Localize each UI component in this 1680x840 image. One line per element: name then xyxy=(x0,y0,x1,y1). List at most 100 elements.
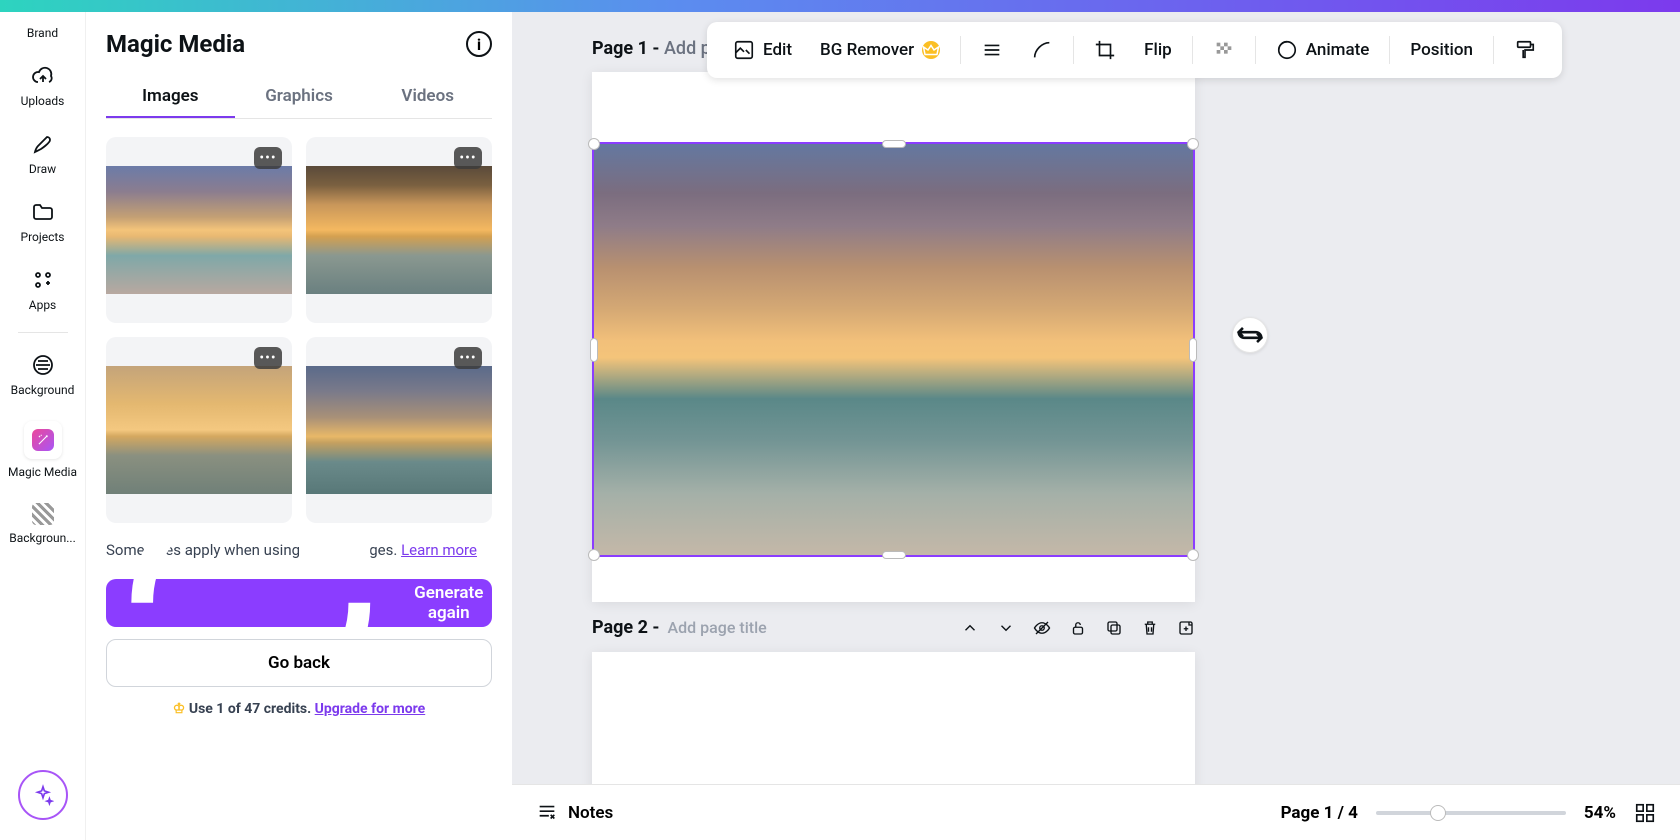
thumb-3-more[interactable]: ••• xyxy=(254,347,282,369)
resize-handle-tr[interactable] xyxy=(1187,138,1199,150)
resize-handle-tl[interactable] xyxy=(588,138,600,150)
notes-button[interactable]: Notes xyxy=(536,802,613,824)
generate-again-button[interactable]: Generate again xyxy=(106,579,492,627)
rail-uploads[interactable]: Uploads xyxy=(0,56,85,116)
transparency-button[interactable] xyxy=(1201,33,1247,67)
flip-button[interactable]: Flip xyxy=(1132,34,1184,66)
resize-handle-b[interactable] xyxy=(882,551,906,559)
sunset-image-4 xyxy=(306,366,492,494)
toolbar-sep5 xyxy=(1389,36,1390,64)
thumbnail-3[interactable]: ••• xyxy=(106,337,292,523)
format-painter-button[interactable] xyxy=(1502,33,1548,67)
upgrade-link[interactable]: Upgrade for more xyxy=(315,701,426,717)
toolbar-sep6 xyxy=(1493,36,1494,64)
move-page-down[interactable] xyxy=(997,619,1015,637)
edit-image-icon xyxy=(733,39,755,61)
sunset-image-3 xyxy=(106,366,292,494)
rail-brand[interactable]: Brand xyxy=(0,18,85,48)
lines-icon xyxy=(981,39,1003,61)
add-page[interactable] xyxy=(1177,619,1195,637)
apps-icon xyxy=(31,268,55,292)
context-toolbar: Edit BG Remover Flip Animate Position xyxy=(707,22,1562,78)
toolbar-sep4 xyxy=(1255,36,1256,64)
corner-button[interactable] xyxy=(1019,33,1065,67)
resize-handle-bl[interactable] xyxy=(588,549,600,561)
edit-button[interactable]: Edit xyxy=(721,33,804,67)
rail-projects[interactable]: Projects xyxy=(0,192,85,252)
magic-media-panel: Magic Media i Images Graphics Videos •••… xyxy=(86,12,512,840)
rail-brand-label: Brand xyxy=(27,26,58,40)
rail-bgremove[interactable]: Backgroun... xyxy=(0,495,85,553)
grid-icon xyxy=(1634,802,1656,824)
rail-magicmedia[interactable]: Magic Media xyxy=(0,413,85,487)
sunset-image-1 xyxy=(106,166,292,294)
tab-videos[interactable]: Videos xyxy=(363,76,492,118)
crown-icon xyxy=(922,41,940,59)
learn-more-link[interactable]: Learn more xyxy=(401,541,477,559)
crop-button[interactable] xyxy=(1082,33,1128,67)
bgremover-button[interactable]: BG Remover xyxy=(808,34,952,66)
tab-graphics[interactable]: Graphics xyxy=(235,76,364,118)
toolbar-sep3 xyxy=(1192,36,1193,64)
page2-title-hint[interactable]: Add page title xyxy=(668,618,767,637)
transparency-icon xyxy=(1213,39,1235,61)
canvas-area[interactable]: Page 1 - Add p Edit BG Remover Flip Anim… xyxy=(512,12,1680,840)
zoom-value[interactable]: 54% xyxy=(1584,803,1616,823)
grid-view-button[interactable] xyxy=(1634,802,1656,824)
rail-background-label: Background xyxy=(11,383,75,397)
page-indicator[interactable]: Page 1 / 4 xyxy=(1281,803,1358,823)
assistant-button[interactable] xyxy=(18,770,68,820)
swap-icon xyxy=(1233,318,1267,352)
lock-page[interactable] xyxy=(1069,619,1087,637)
thumb-4-more[interactable]: ••• xyxy=(454,347,482,369)
rail-apps-label: Apps xyxy=(29,298,57,312)
magic-wand-icon xyxy=(24,421,62,459)
thumb-1-more[interactable]: ••• xyxy=(254,147,282,169)
zoom-slider[interactable] xyxy=(1376,811,1566,815)
rail-draw[interactable]: Draw xyxy=(0,124,85,184)
panel-tabs: Images Graphics Videos xyxy=(106,76,492,119)
sunset-image-2 xyxy=(306,166,492,294)
sparkle-icon xyxy=(32,784,54,806)
top-gradient-bar xyxy=(0,0,1680,12)
thumbnail-1[interactable]: ••• xyxy=(106,137,292,323)
rail-apps[interactable]: Apps xyxy=(0,260,85,320)
resize-handle-r[interactable] xyxy=(1189,338,1197,362)
pencil-icon xyxy=(31,132,55,156)
rail-magicmedia-label: Magic Media xyxy=(8,465,77,479)
page1-label[interactable]: Page 1 - Add p xyxy=(592,38,711,59)
duplicate-page[interactable] xyxy=(1105,619,1123,637)
left-rail: Brand Uploads Draw Projects Apps Backgro… xyxy=(0,12,86,840)
lines-button[interactable] xyxy=(969,33,1015,67)
swap-image-button[interactable] xyxy=(1232,317,1268,353)
thumbnail-2[interactable]: ••• xyxy=(306,137,492,323)
hatch-icon xyxy=(31,353,55,377)
rail-projects-label: Projects xyxy=(21,230,65,244)
tab-images[interactable]: Images xyxy=(106,76,235,118)
credits-text: ♔ Use 1 of 47 credits. Upgrade for more xyxy=(106,701,492,717)
position-button[interactable]: Position xyxy=(1398,34,1485,66)
rail-uploads-label: Uploads xyxy=(21,94,65,108)
move-page-up[interactable] xyxy=(961,619,979,637)
crown-icon: ♔ xyxy=(173,701,186,717)
go-back-button[interactable]: Go back xyxy=(106,639,492,687)
zoom-knob[interactable] xyxy=(1430,805,1446,821)
page2-label-text[interactable]: Page 2 - xyxy=(592,617,660,638)
selected-image[interactable] xyxy=(592,142,1195,557)
toolbar-sep2 xyxy=(1073,36,1074,64)
resize-handle-l[interactable] xyxy=(590,338,598,362)
hide-page[interactable] xyxy=(1033,619,1051,637)
info-button[interactable]: i xyxy=(466,31,492,57)
cloud-upload-icon xyxy=(31,64,55,88)
page-1-canvas[interactable] xyxy=(592,72,1195,602)
resize-handle-t[interactable] xyxy=(882,140,906,148)
resize-handle-br[interactable] xyxy=(1187,549,1199,561)
rail-background[interactable]: Background xyxy=(0,345,85,405)
animate-button[interactable]: Animate xyxy=(1264,33,1382,67)
page2-header: Page 2 - Add page title xyxy=(592,617,1195,638)
delete-page[interactable] xyxy=(1141,619,1159,637)
thumb-2-more[interactable]: ••• xyxy=(454,147,482,169)
toolbar-sep xyxy=(960,36,961,64)
thumbnail-4[interactable]: ••• xyxy=(306,337,492,523)
bottom-bar: Notes Page 1 / 4 54% xyxy=(512,784,1680,840)
